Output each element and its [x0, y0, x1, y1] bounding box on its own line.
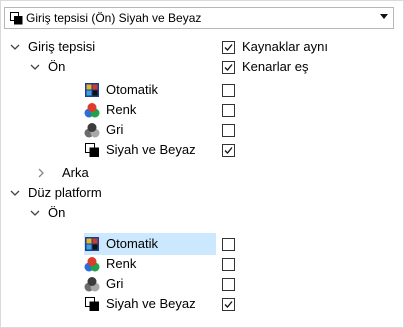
input-tray-gray-checkbox[interactable]: [222, 124, 235, 137]
chevron-down-icon[interactable]: [380, 14, 388, 19]
mode-label: Otomatik: [106, 82, 159, 97]
chevron-down-icon[interactable]: [10, 42, 20, 52]
chevron-right-icon[interactable]: [36, 168, 46, 178]
mode-label: Siyah ve Beyaz: [106, 296, 196, 311]
tree-node-input-tray[interactable]: Giriş tepsisi: [8, 37, 208, 57]
edges-equal-option[interactable]: Kenarlar eş: [220, 57, 380, 77]
flatbed-mode-auto[interactable]: Otomatik: [80, 234, 240, 254]
mode-label: Renk: [106, 102, 137, 117]
edges-equal-label: Kenarlar eş: [242, 59, 309, 74]
tree-label-input-tray-back: Arka: [62, 165, 89, 180]
mode-label: Siyah ve Beyaz: [106, 142, 196, 157]
tree-node-flatbed-front[interactable]: Ön: [28, 203, 208, 223]
gray-mode-icon: [84, 123, 100, 138]
input-tray-color-checkbox[interactable]: [222, 104, 235, 117]
input-tray-auto-checkbox[interactable]: [222, 84, 235, 97]
checkmark-icon: [224, 301, 233, 308]
tree-node-input-tray-front[interactable]: Ön: [28, 57, 208, 77]
tree-label-flatbed-front: Ön: [48, 205, 66, 220]
edges-equal-checkbox[interactable]: [222, 61, 235, 74]
auto-mode-icon: [85, 237, 99, 251]
chevron-down-icon[interactable]: [30, 208, 40, 218]
tree-label-flatbed: Düz platform: [28, 185, 102, 200]
same-sources-option[interactable]: Kaynaklar aynı: [220, 37, 380, 57]
tree-node-input-tray-back[interactable]: Arka: [28, 163, 188, 183]
input-tray-mode-bw[interactable]: Siyah ve Beyaz: [80, 140, 240, 160]
mode-label: Otomatik: [106, 236, 159, 251]
flatbed-mode-gray[interactable]: Gri: [80, 274, 240, 294]
source-dropdown[interactable]: Giriş tepsisi (Ön) Siyah ve Beyaz: [4, 7, 394, 29]
color-mode-icon: [84, 257, 100, 272]
checkmark-icon: [224, 147, 233, 154]
checkmark-icon: [224, 64, 233, 71]
chevron-down-icon[interactable]: [30, 62, 40, 72]
dropdown-selected-label: Giriş tepsisi (Ön) Siyah ve Beyaz: [26, 11, 202, 25]
input-tray-mode-color[interactable]: Renk: [80, 100, 240, 120]
input-tray-mode-gray[interactable]: Gri: [80, 120, 240, 140]
black-white-icon: [10, 12, 23, 25]
flatbed-bw-checkbox[interactable]: [222, 298, 235, 311]
input-tray-mode-auto[interactable]: Otomatik: [80, 80, 240, 100]
gray-mode-icon: [84, 277, 100, 292]
black-white-icon: [85, 143, 99, 157]
color-mode-icon: [84, 103, 100, 118]
flatbed-mode-bw[interactable]: Siyah ve Beyaz: [80, 294, 240, 314]
mode-label: Renk: [106, 256, 137, 271]
flatbed-auto-checkbox[interactable]: [222, 238, 235, 251]
flatbed-gray-checkbox[interactable]: [222, 278, 235, 291]
black-white-icon: [85, 297, 99, 311]
auto-mode-icon: [85, 83, 99, 97]
same-sources-label: Kaynaklar aynı: [242, 39, 328, 54]
chevron-down-icon[interactable]: [10, 188, 20, 198]
tree-label-input-tray: Giriş tepsisi: [28, 39, 96, 54]
flatbed-mode-color[interactable]: Renk: [80, 254, 240, 274]
flatbed-color-checkbox[interactable]: [222, 258, 235, 271]
same-sources-checkbox[interactable]: [222, 41, 235, 54]
mode-label: Gri: [106, 122, 124, 137]
tree-label-input-tray-front: Ön: [48, 59, 66, 74]
tree-node-flatbed[interactable]: Düz platform: [8, 183, 208, 203]
checkmark-icon: [224, 44, 233, 51]
mode-label: Gri: [106, 276, 124, 291]
input-tray-bw-checkbox[interactable]: [222, 144, 235, 157]
